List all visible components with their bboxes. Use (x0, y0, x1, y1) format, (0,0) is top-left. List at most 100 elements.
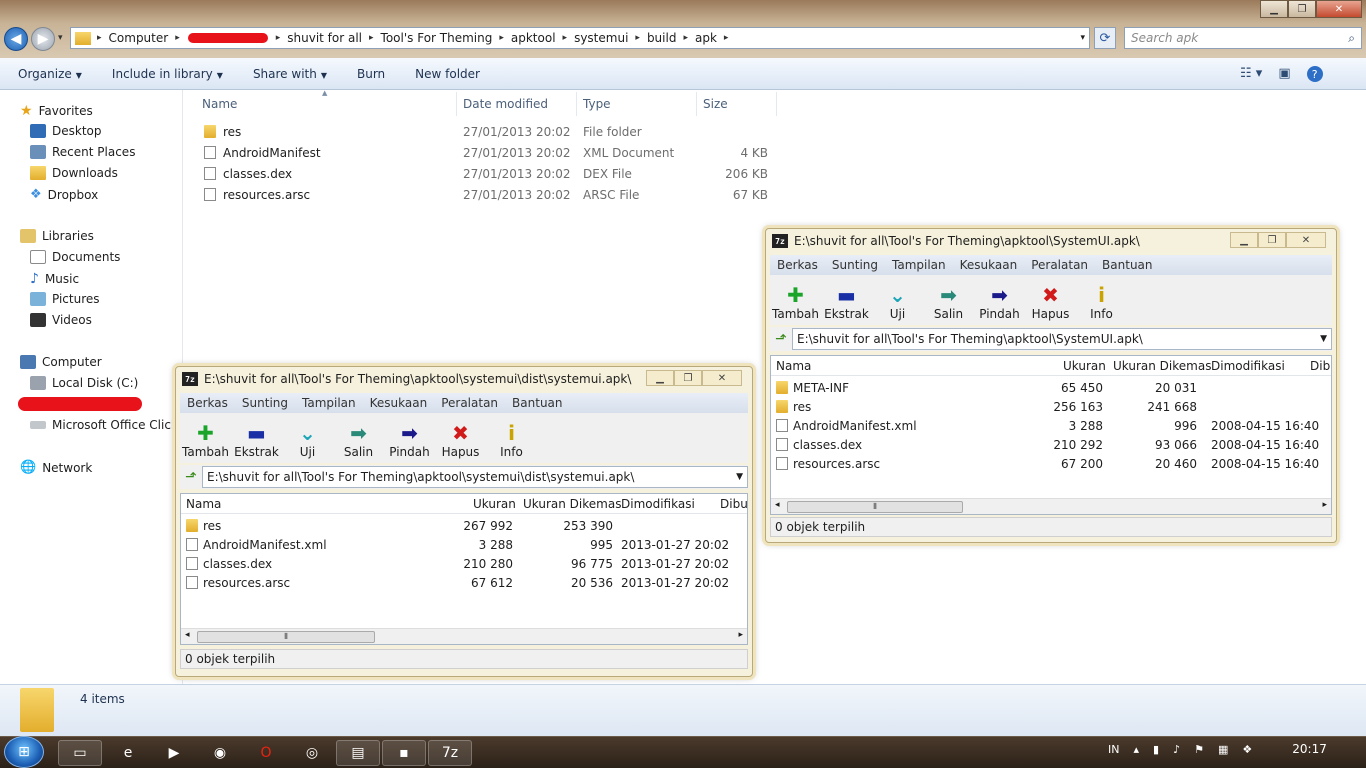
breadcrumb-tools[interactable]: Tool's For Theming (376, 31, 498, 45)
hapus-button[interactable]: ✖ Hapus (435, 421, 486, 463)
menu-sunting[interactable]: Sunting (825, 258, 885, 272)
up-folder-icon[interactable]: ⬏ (180, 469, 202, 485)
minimize-button[interactable]: ▁ (1230, 232, 1258, 248)
taskbar-folders-icon[interactable]: ▤ (336, 740, 380, 766)
list-item[interactable]: resources.arsc 67 200 20 460 2008-04-15 16:… (771, 454, 1331, 473)
column-type[interactable]: Type (583, 97, 611, 111)
breadcrumb-shuvit[interactable]: shuvit for all (282, 31, 367, 45)
col-ukuran[interactable]: Ukuran (473, 497, 516, 511)
ekstrak-button[interactable]: ▬ Ekstrak (231, 421, 282, 463)
taskbar-7zip-icon[interactable]: 7z (428, 740, 472, 766)
file-row[interactable]: resources.arsc 27/01/2013 20:02 ARSC Fil… (200, 188, 780, 208)
action-center-icon[interactable]: ⚑ (1194, 743, 1204, 756)
menu-sunting[interactable]: Sunting (235, 396, 295, 410)
col-ukuran[interactable]: Ukuran (1063, 359, 1106, 373)
file-row[interactable]: AndroidManifest 27/01/2013 20:02 XML Doc… (200, 146, 780, 166)
maximize-button[interactable]: ❐ (674, 370, 702, 386)
scroll-left-icon[interactable]: ◂ (775, 500, 780, 510)
menu-tampilan[interactable]: Tampilan (885, 258, 953, 272)
maximize-button[interactable]: ❐ (1288, 0, 1316, 18)
up-folder-icon[interactable]: ⬏ (770, 331, 792, 347)
list-item[interactable]: classes.dex 210 292 93 066 2008-04-15 16:40 (771, 435, 1331, 454)
minimize-button[interactable]: ▁ (1260, 0, 1288, 18)
scroll-left-icon[interactable]: ◂ (185, 630, 190, 640)
language-indicator[interactable]: IN (1108, 743, 1119, 756)
col-ukuran-dikemas[interactable]: Ukuran Dikemas (1113, 359, 1211, 373)
nav-music[interactable]: ♪ Music (30, 271, 79, 287)
list-item[interactable]: resources.arsc 67 612 20 536 2013-01-27 20:… (181, 573, 747, 592)
file-row[interactable]: res 27/01/2013 20:02 File folder (200, 125, 780, 145)
close-button[interactable]: ✕ (702, 370, 742, 386)
minimize-button[interactable]: ▁ (646, 370, 674, 386)
list-item[interactable]: classes.dex 210 280 96 775 2013-01-27 20:02 (181, 554, 747, 573)
nav-desktop[interactable]: Desktop (30, 124, 102, 138)
column-size[interactable]: Size (703, 97, 728, 111)
menu-bantuan[interactable]: Bantuan (1095, 258, 1159, 272)
address-dropdown-icon[interactable]: ▾ (1080, 33, 1089, 43)
maximize-button[interactable]: ❐ (1258, 232, 1286, 248)
column-name[interactable]: Name (202, 97, 237, 111)
back-button[interactable]: ◀ (4, 27, 28, 51)
horizontal-scrollbar[interactable]: ◂ ⦀ ▸ (181, 628, 747, 644)
taskbar-media-player-icon[interactable]: ▶ (152, 740, 196, 766)
scrollbar-thumb[interactable]: ⦀ (787, 501, 963, 513)
share-with-menu[interactable]: Share with ▼ (253, 67, 327, 81)
col-nama[interactable]: Nama (186, 497, 221, 511)
menu-kesukaan[interactable]: Kesukaan (953, 258, 1025, 272)
include-in-library-menu[interactable]: Include in library ▼ (112, 67, 223, 81)
pindah-button[interactable]: ➡ Pindah (384, 421, 435, 463)
nav-pictures[interactable]: Pictures (30, 292, 100, 306)
close-button[interactable]: ✕ (1316, 0, 1362, 18)
menu-peralatan[interactable]: Peralatan (434, 396, 505, 410)
nav-libraries[interactable]: Libraries (20, 229, 94, 243)
new-folder-button[interactable]: New folder (415, 67, 480, 81)
breadcrumb-apk[interactable]: apk (690, 31, 722, 45)
view-options-icon[interactable]: ☷ ▾ (1240, 66, 1262, 82)
scroll-right-icon[interactable]: ▸ (1322, 500, 1327, 510)
nav-dropbox[interactable]: ❖ Dropbox (30, 187, 98, 202)
list-item[interactable]: META-INF 65 450 20 031 (771, 378, 1331, 397)
list-item[interactable]: res 256 163 241 668 (771, 397, 1331, 416)
search-input[interactable]: Search apk ⌕ (1124, 27, 1362, 49)
battery-icon[interactable]: ▮ (1153, 743, 1159, 756)
nav-recent-places[interactable]: Recent Places (30, 145, 135, 159)
taskbar-cmd-icon[interactable]: ▪ (382, 740, 426, 766)
menu-tampilan[interactable]: Tampilan (295, 396, 363, 410)
network-icon[interactable]: ▦ (1218, 743, 1228, 756)
preview-pane-icon[interactable]: ▣ (1278, 66, 1290, 82)
show-hidden-icons-icon[interactable]: ▴ (1133, 743, 1139, 756)
dropbox-icon[interactable]: ❖ (1242, 743, 1252, 756)
taskbar-firefox-icon[interactable]: ◉ (198, 740, 242, 766)
refresh-button[interactable]: ⟳ (1094, 27, 1116, 49)
menu-peralatan[interactable]: Peralatan (1024, 258, 1095, 272)
nav-network[interactable]: 🌐 Network (20, 460, 92, 475)
nav-local-disk[interactable]: Local Disk (C:) (30, 376, 138, 390)
path-dropdown-icon[interactable]: ▼ (736, 472, 743, 482)
uji-button[interactable]: ⌄ Uji (282, 421, 333, 463)
breadcrumb-systemui[interactable]: systemui (569, 31, 633, 45)
taskbar-explorer-icon[interactable]: ▭ (58, 740, 102, 766)
path-dropdown-icon[interactable]: ▼ (1320, 334, 1327, 344)
breadcrumb-computer[interactable]: Computer (104, 31, 174, 45)
organize-menu[interactable]: Organize ▼ (18, 67, 82, 81)
col-ukuran-dikemas[interactable]: Ukuran Dikemas (523, 497, 621, 511)
nav-office-click-to-run[interactable]: Microsoft Office Click-t (30, 418, 187, 432)
horizontal-scrollbar[interactable]: ◂ ⦀ ▸ (771, 498, 1331, 514)
list-item[interactable]: AndroidManifest.xml 3 288 996 2008-04-15 16… (771, 416, 1331, 435)
info-button[interactable]: i Info (1076, 283, 1127, 325)
pindah-button[interactable]: ➡ Pindah (974, 283, 1025, 325)
clock[interactable]: 20:17 (1292, 742, 1327, 756)
col-dimodifikasi[interactable]: Dimodifikasi (1211, 359, 1285, 373)
tambah-button[interactable]: ✚ Tambah (770, 283, 821, 325)
nav-documents[interactable]: Documents (30, 250, 120, 264)
history-dropdown-icon[interactable]: ▾ (58, 33, 63, 43)
col-extra[interactable]: Dib (1310, 359, 1330, 373)
breadcrumb-apktool[interactable]: apktool (506, 31, 561, 45)
path-input[interactable]: E:\shuvit for all\Tool's For Theming\apk… (792, 328, 1332, 350)
menu-bantuan[interactable]: Bantuan (505, 396, 569, 410)
breadcrumb-build[interactable]: build (642, 31, 682, 45)
taskbar-ie-icon[interactable]: e (106, 740, 150, 766)
list-item[interactable]: AndroidManifest.xml 3 288 995 2013-01-27 20… (181, 535, 747, 554)
tambah-button[interactable]: ✚ Tambah (180, 421, 231, 463)
forward-button[interactable]: ▶ (31, 27, 55, 51)
